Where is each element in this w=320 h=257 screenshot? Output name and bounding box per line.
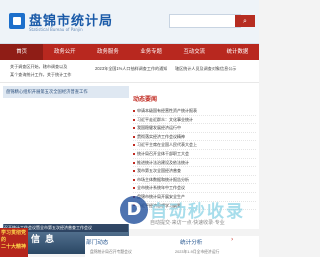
list-item[interactable]: 贯彻落实经济工作会议精神 [133, 133, 256, 142]
chevron-right-icon[interactable]: › [231, 237, 237, 243]
news-list: 申请本级国有经营性资产统计报表 习近平走近群众：文化事业统计 我国稳健发展经济运… [133, 107, 256, 211]
watermark-logo-icon: D [120, 196, 148, 224]
theme-badge[interactable]: 学习贯彻党的 二十大精神 [0, 228, 28, 257]
badge-line2: 二十大精神 [1, 244, 27, 250]
notice-right[interactable]: 辖区统计人员及调查对象信息公示 [175, 66, 236, 72]
search-input[interactable] [169, 14, 241, 28]
notice-bar: 关于调查区开始，辖市调查以及 某个查询统计工作，关于统计工作 2023年全国1%… [0, 60, 259, 83]
list-item[interactable]: 我国稳健发展经济运行中 [133, 124, 256, 133]
nav-item-home[interactable]: 首页 [0, 44, 44, 60]
main-nav: 首页 政务公开 政务服务 业务专题 互动交流 统计数据 [0, 44, 259, 60]
tab-department[interactable]: 部门动态 [86, 238, 108, 246]
nav-item-topics[interactable]: 业务专题 [130, 44, 173, 60]
search-icon[interactable]: ⌕ [235, 15, 255, 27]
nav-item-interaction[interactable]: 互动交流 [173, 44, 216, 60]
nav-item-open[interactable]: 政务公开 [43, 44, 86, 60]
notice-left-line2[interactable]: 某个查询统计工作，关于统计工作 [10, 72, 71, 78]
notice-middle[interactable]: 2023年全国1%人口抽样调查工作的通知 [95, 66, 167, 72]
tab-analysis[interactable]: 统计分析 [180, 238, 202, 246]
list-item[interactable]: 市场主体数据和统计报告分析 [133, 176, 256, 185]
bottom-list-a[interactable]: 盘锦统计局召开专题会议 [90, 250, 132, 255]
site-subtitle: Statistical Bureau of Panjin [29, 27, 83, 32]
list-item[interactable]: 我市第五次全国经济普查 [133, 167, 256, 176]
feature-banner[interactable]: 盘锦精心组织开展第五次全国经济普查工作 [3, 86, 129, 98]
notice-left-line1[interactable]: 关于调查区开始，辖市调查以及 [10, 64, 67, 70]
nav-item-service[interactable]: 政务服务 [86, 44, 129, 60]
list-item[interactable]: 习近平主席在全国人民代表大会上 [133, 141, 256, 150]
bottom-list-b[interactable]: 2023年1-9月全市经济运行 [175, 250, 219, 255]
list-item[interactable]: 统计局召开全体干部职工大会 [133, 150, 256, 159]
list-item[interactable]: 申请本级国有经营性资产统计报表 [133, 107, 256, 116]
nav-item-data[interactable]: 统计数据 [216, 44, 259, 60]
list-item[interactable]: 推进统计法治建设及依法统计 [133, 159, 256, 168]
badge-line1: 学习贯彻党的 [1, 230, 27, 243]
watermark: D 自动秒收录 自动提交·来访一点·快速收录·专业 [120, 196, 250, 226]
logo-icon[interactable] [9, 13, 25, 29]
site-header: 盘锦市统计局 Statistical Bureau of Panjin ⌕ [0, 0, 259, 44]
news-header: 动态要闻 [133, 96, 158, 103]
watermark-sub: 自动提交·来访一点·快速收录·专业 [150, 220, 225, 226]
list-item[interactable]: 全市统计系统年中工作会议 [133, 184, 256, 193]
list-item[interactable]: 习近平走近群众：文化事业统计 [133, 116, 256, 125]
